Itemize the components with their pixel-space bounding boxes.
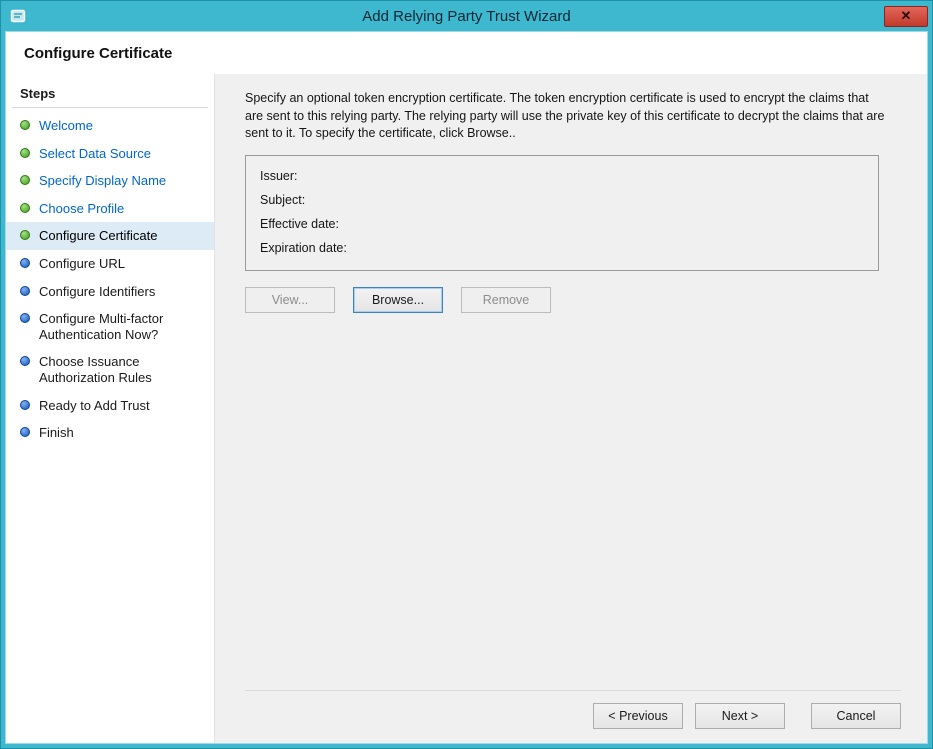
steps-divider — [12, 107, 208, 108]
step-status-icon — [20, 313, 30, 323]
page-header: Configure Certificate — [6, 32, 927, 74]
step-status-icon — [20, 400, 30, 410]
steps-heading: Steps — [6, 82, 214, 107]
cert-field-issuer: Issuer: — [260, 164, 864, 188]
cancel-button[interactable]: Cancel — [811, 703, 901, 729]
view-button[interactable]: View... — [245, 287, 335, 313]
sidebar-item-configure-identifiers: Configure Identifiers — [6, 278, 214, 306]
step-status-icon — [20, 175, 30, 185]
step-status-icon — [20, 120, 30, 130]
page-description: Specify an optional token encryption cer… — [245, 90, 885, 143]
certificate-actions: View... Browse... Remove — [245, 287, 901, 313]
step-status-icon — [20, 356, 30, 366]
step-status-icon — [20, 258, 30, 268]
sidebar-item-configure-url: Configure URL — [6, 250, 214, 278]
step-status-icon — [20, 230, 30, 240]
sidebar-item-choose-profile[interactable]: Choose Profile — [6, 195, 214, 223]
next-button[interactable]: Next > — [695, 703, 785, 729]
step-status-icon — [20, 203, 30, 213]
sidebar-item-choose-issuance-authorization-rules: Choose Issuance Authorization Rules — [6, 348, 214, 391]
wizard-footer: < Previous Next > Cancel — [245, 690, 901, 729]
remove-button[interactable]: Remove — [461, 287, 551, 313]
steps-sidebar: Steps Welcome Select Data Source Specify… — [6, 74, 214, 743]
sidebar-item-configure-mfa: Configure Multi-factor Authentication No… — [6, 305, 214, 348]
browse-button[interactable]: Browse... — [353, 287, 443, 313]
close-button[interactable]: ✕ — [884, 6, 928, 27]
cert-field-expiration-date: Expiration date: — [260, 236, 864, 260]
certificate-details-box: Issuer: Subject: Effective date: Expirat… — [245, 155, 879, 271]
window-title: Add Relying Party Trust Wizard — [5, 8, 928, 25]
titlebar[interactable]: Add Relying Party Trust Wizard ✕ — [5, 1, 928, 31]
sidebar-item-finish: Finish — [6, 419, 214, 447]
window-body: Configure Certificate Steps Welcome Sele… — [5, 31, 928, 744]
cert-field-effective-date: Effective date: — [260, 212, 864, 236]
sidebar-item-select-data-source[interactable]: Select Data Source — [6, 140, 214, 168]
main-panel: Specify an optional token encryption cer… — [214, 74, 927, 743]
sidebar-item-welcome[interactable]: Welcome — [6, 112, 214, 140]
sidebar-item-specify-display-name[interactable]: Specify Display Name — [6, 167, 214, 195]
step-status-icon — [20, 427, 30, 437]
sidebar-item-ready-to-add-trust: Ready to Add Trust — [6, 392, 214, 420]
step-status-icon — [20, 286, 30, 296]
step-status-icon — [20, 148, 30, 158]
sidebar-item-configure-certificate[interactable]: Configure Certificate — [6, 222, 214, 250]
cert-field-subject: Subject: — [260, 188, 864, 212]
previous-button[interactable]: < Previous — [593, 703, 683, 729]
page-title: Configure Certificate — [24, 45, 172, 62]
wizard-window: Add Relying Party Trust Wizard ✕ Configu… — [0, 0, 933, 749]
